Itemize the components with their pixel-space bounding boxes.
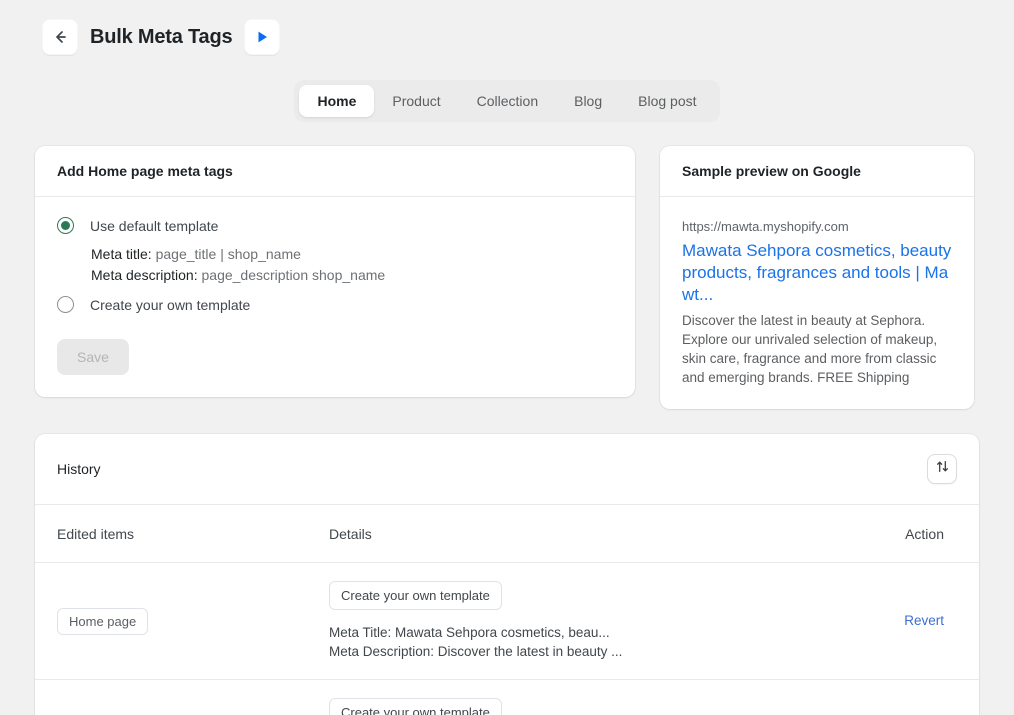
row-meta-lines: Meta Title: Mawata Sehpora cosmetics, be… xyxy=(329,623,884,661)
meta-title-value: page_title | shop_name xyxy=(155,246,301,262)
editor-card-body: Use default template Meta title: page_ti… xyxy=(35,197,635,397)
play-button[interactable] xyxy=(244,19,281,55)
meta-title-label: Meta title: xyxy=(91,246,152,262)
play-icon xyxy=(254,29,270,45)
meta-description-line: Meta description: page_description shop_… xyxy=(91,265,613,286)
history-card: History Edited items Details Action Home… xyxy=(35,434,979,715)
meta-tags-editor-card: Add Home page meta tags Use default temp… xyxy=(35,146,635,397)
revert-link[interactable]: Revert xyxy=(904,613,944,628)
preview-url: https://mawta.myshopify.com xyxy=(682,219,849,234)
radio-default-template-label: Use default template xyxy=(90,217,219,234)
tab-collection[interactable]: Collection xyxy=(459,85,556,117)
tab-blog[interactable]: Blog xyxy=(556,85,620,117)
history-title: History xyxy=(57,461,101,477)
row-meta-description: Meta Description: Discover the latest in… xyxy=(329,644,623,659)
preview-description: Discover the latest in beauty at Sephora… xyxy=(682,313,938,385)
back-button[interactable] xyxy=(42,19,78,55)
arrow-left-icon xyxy=(51,28,69,46)
row-meta-title: Meta Title: Mawata Sehpora cosmetics, be… xyxy=(329,625,610,640)
tab-product[interactable]: Product xyxy=(374,85,458,117)
tab-blog-post[interactable]: Blog post xyxy=(620,85,714,117)
radio-default-template[interactable] xyxy=(57,217,74,234)
column-header-action: Action xyxy=(905,526,944,542)
column-header-details: Details xyxy=(329,526,372,542)
radio-custom-template-label: Create your own template xyxy=(90,296,251,313)
default-template-values: Meta title: page_title | shop_name Meta … xyxy=(91,244,613,286)
history-header: History xyxy=(35,434,979,505)
template-chip: Create your own template xyxy=(329,581,502,610)
template-chip: Create your own template xyxy=(329,698,502,715)
table-row: Home page Create your own template Meta … xyxy=(35,680,979,715)
option-use-default-template[interactable]: Use default template xyxy=(57,217,613,234)
column-header-edited-items: Edited items xyxy=(57,526,135,542)
meta-description-label: Meta description: xyxy=(91,267,198,283)
sort-button[interactable] xyxy=(927,454,957,484)
tab-bar: Home Product Collection Blog Blog post xyxy=(0,80,1014,122)
preview-card-body: https://mawta.myshopify.com Mawata Sehpo… xyxy=(660,197,974,409)
cards-row: Add Home page meta tags Use default temp… xyxy=(0,146,1014,409)
row-details-cell: Create your own template Meta Title: Maw… xyxy=(329,698,884,715)
save-button[interactable]: Save xyxy=(57,339,129,375)
table-row: Home page Create your own template Meta … xyxy=(35,563,979,680)
app-root: Bulk Meta Tags Home Product Collection B… xyxy=(0,0,1014,715)
row-details-cell: Create your own template Meta Title: Maw… xyxy=(329,581,884,661)
app-header: Bulk Meta Tags xyxy=(0,0,1014,55)
sort-arrows-icon xyxy=(935,459,950,479)
radio-custom-template[interactable] xyxy=(57,296,74,313)
google-preview-card: Sample preview on Google https://mawta.m… xyxy=(660,146,974,409)
row-action-cell: Revert xyxy=(884,612,944,630)
status-badge: Home page xyxy=(57,607,149,635)
editor-card-title: Add Home page meta tags xyxy=(35,146,635,197)
meta-description-value: page_description shop_name xyxy=(201,267,386,283)
meta-title-line: Meta title: page_title | shop_name xyxy=(91,244,613,265)
page-title: Bulk Meta Tags xyxy=(90,25,233,48)
tab-home[interactable]: Home xyxy=(299,85,375,117)
history-table-header: Edited items Details Action xyxy=(35,505,979,563)
preview-card-title: Sample preview on Google xyxy=(660,146,974,197)
row-edited-items-cell: Home page xyxy=(57,607,329,635)
preview-link-title[interactable]: Mawata Sehpora cosmetics, beauty product… xyxy=(682,240,952,306)
option-create-own-template[interactable]: Create your own template xyxy=(57,296,613,313)
